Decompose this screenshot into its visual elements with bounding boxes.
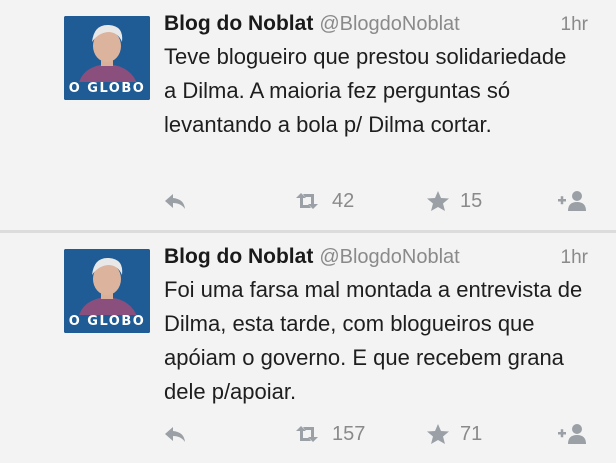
favorite-count: 71 (460, 422, 483, 445)
favorite-count: 15 (460, 189, 483, 212)
add-user-icon (558, 424, 586, 444)
tweet-timeline: O GLOBO Blog do Noblat @BlogdoNoblat 1hr … (0, 0, 616, 455)
tweet-timestamp[interactable]: 1hr (561, 247, 588, 269)
brand-logo-text: O GLOBO (68, 314, 146, 329)
star-icon (427, 424, 449, 444)
tweet-text: Foi uma farsa mal montada a entrevista d… (164, 277, 583, 404)
tweet-card[interactable]: O GLOBO Blog do Noblat @BlogdoNoblat 1hr … (0, 0, 616, 233)
retweet-icon (296, 426, 318, 442)
favorite-button[interactable]: 15 (426, 186, 482, 216)
reply-button[interactable] (162, 186, 188, 216)
author-handle[interactable]: @BlogdoNoblat (319, 246, 459, 268)
avatar[interactable]: O GLOBO (64, 16, 150, 100)
star-icon (427, 191, 449, 211)
tweet-card[interactable]: O GLOBO Blog do Noblat @BlogdoNoblat 1hr … (0, 233, 616, 463)
favorite-button[interactable]: 71 (426, 419, 482, 449)
reply-icon (165, 194, 185, 209)
reply-button[interactable] (162, 419, 188, 449)
brand-logo-text: O GLOBO (68, 81, 146, 96)
retweet-count: 42 (332, 189, 355, 212)
author-name[interactable]: Blog do Noblat (164, 12, 313, 35)
add-user-icon (558, 191, 586, 211)
tweet-header: Blog do Noblat @BlogdoNoblat 1hr (164, 12, 594, 42)
tweet-actions: 157 71 (0, 419, 616, 449)
author-handle[interactable]: @BlogdoNoblat (319, 13, 459, 35)
retweet-button[interactable]: 157 (292, 419, 365, 449)
follow-button[interactable] (556, 419, 588, 449)
avatar[interactable]: O GLOBO (64, 249, 150, 333)
tweet-text: Teve blogueiro que prestou solidariedade… (164, 44, 567, 137)
tweet-timestamp[interactable]: 1hr (561, 14, 588, 36)
tweet-actions: 42 15 (0, 186, 616, 216)
retweet-count: 157 (332, 422, 366, 445)
follow-button[interactable] (556, 186, 588, 216)
reply-icon (165, 427, 185, 442)
tweet-header: Blog do Noblat @BlogdoNoblat 1hr (164, 245, 594, 275)
retweet-button[interactable]: 42 (292, 186, 354, 216)
retweet-icon (296, 193, 318, 209)
author-name[interactable]: Blog do Noblat (164, 245, 313, 268)
